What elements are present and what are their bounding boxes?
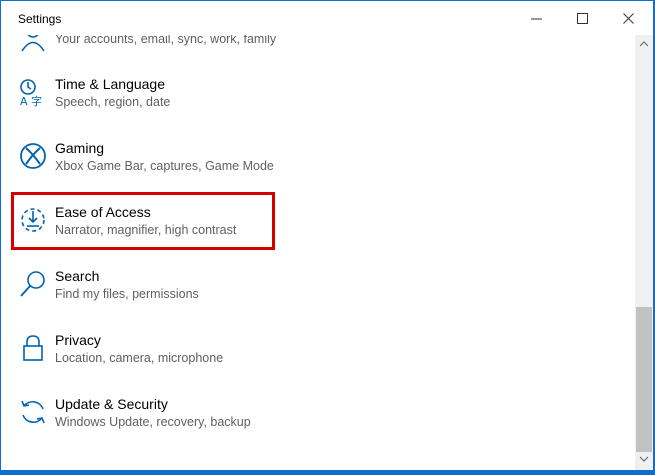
category-description: Find my files, permissions bbox=[55, 287, 199, 301]
window-title: Settings bbox=[18, 12, 62, 26]
svg-text:字: 字 bbox=[31, 94, 42, 107]
close-icon bbox=[623, 13, 634, 24]
time-language-icon: A 字 bbox=[20, 79, 42, 107]
category-description: Location, camera, microphone bbox=[55, 351, 224, 365]
category-description: Xbox Game Bar, captures, Game Mode bbox=[55, 159, 274, 173]
scrollbar-thumb[interactable] bbox=[636, 307, 652, 452]
xbox-icon bbox=[20, 143, 46, 169]
category-label: Privacy bbox=[55, 332, 101, 348]
category-update-security[interactable]: Update & Security Windows Update, recove… bbox=[1, 389, 635, 453]
minimize-icon bbox=[531, 18, 542, 20]
vertical-scrollbar[interactable] bbox=[635, 35, 653, 470]
category-label: Gaming bbox=[55, 140, 105, 156]
maximize-button[interactable] bbox=[560, 1, 606, 35]
category-label: Time & Language bbox=[55, 76, 165, 92]
category-label: Search bbox=[55, 268, 100, 284]
svg-text:A: A bbox=[20, 95, 28, 107]
highlight-box bbox=[11, 192, 275, 250]
search-icon bbox=[20, 271, 45, 297]
category-time-language[interactable]: A 字 Time & Language Speech, region, date bbox=[1, 69, 635, 133]
settings-category-list: Your accounts, email, sync, work, family… bbox=[1, 35, 635, 470]
category-gaming[interactable]: Gaming Xbox Game Bar, captures, Game Mod… bbox=[1, 133, 635, 197]
scroll-down-icon[interactable] bbox=[639, 454, 649, 464]
title-bar[interactable]: Settings bbox=[1, 1, 653, 35]
accounts-icon bbox=[21, 35, 45, 52]
settings-window: Settings Your accounts, email, sync, wor… bbox=[1, 1, 653, 470]
minimize-button[interactable] bbox=[514, 1, 560, 35]
scroll-up-icon[interactable] bbox=[639, 39, 649, 49]
category-label: Update & Security bbox=[55, 396, 168, 412]
category-accounts[interactable]: Your accounts, email, sync, work, family bbox=[1, 35, 635, 69]
close-button[interactable] bbox=[606, 1, 652, 35]
maximize-icon bbox=[577, 13, 588, 24]
category-description: Your accounts, email, sync, work, family bbox=[55, 35, 277, 46]
lock-icon bbox=[23, 335, 43, 361]
sync-icon bbox=[21, 400, 45, 424]
category-search[interactable]: Search Find my files, permissions bbox=[1, 261, 635, 325]
desktop-background bbox=[0, 470, 655, 475]
category-description: Windows Update, recovery, backup bbox=[55, 415, 251, 429]
category-privacy[interactable]: Privacy Location, camera, microphone bbox=[1, 325, 635, 389]
category-description: Speech, region, date bbox=[55, 95, 171, 109]
